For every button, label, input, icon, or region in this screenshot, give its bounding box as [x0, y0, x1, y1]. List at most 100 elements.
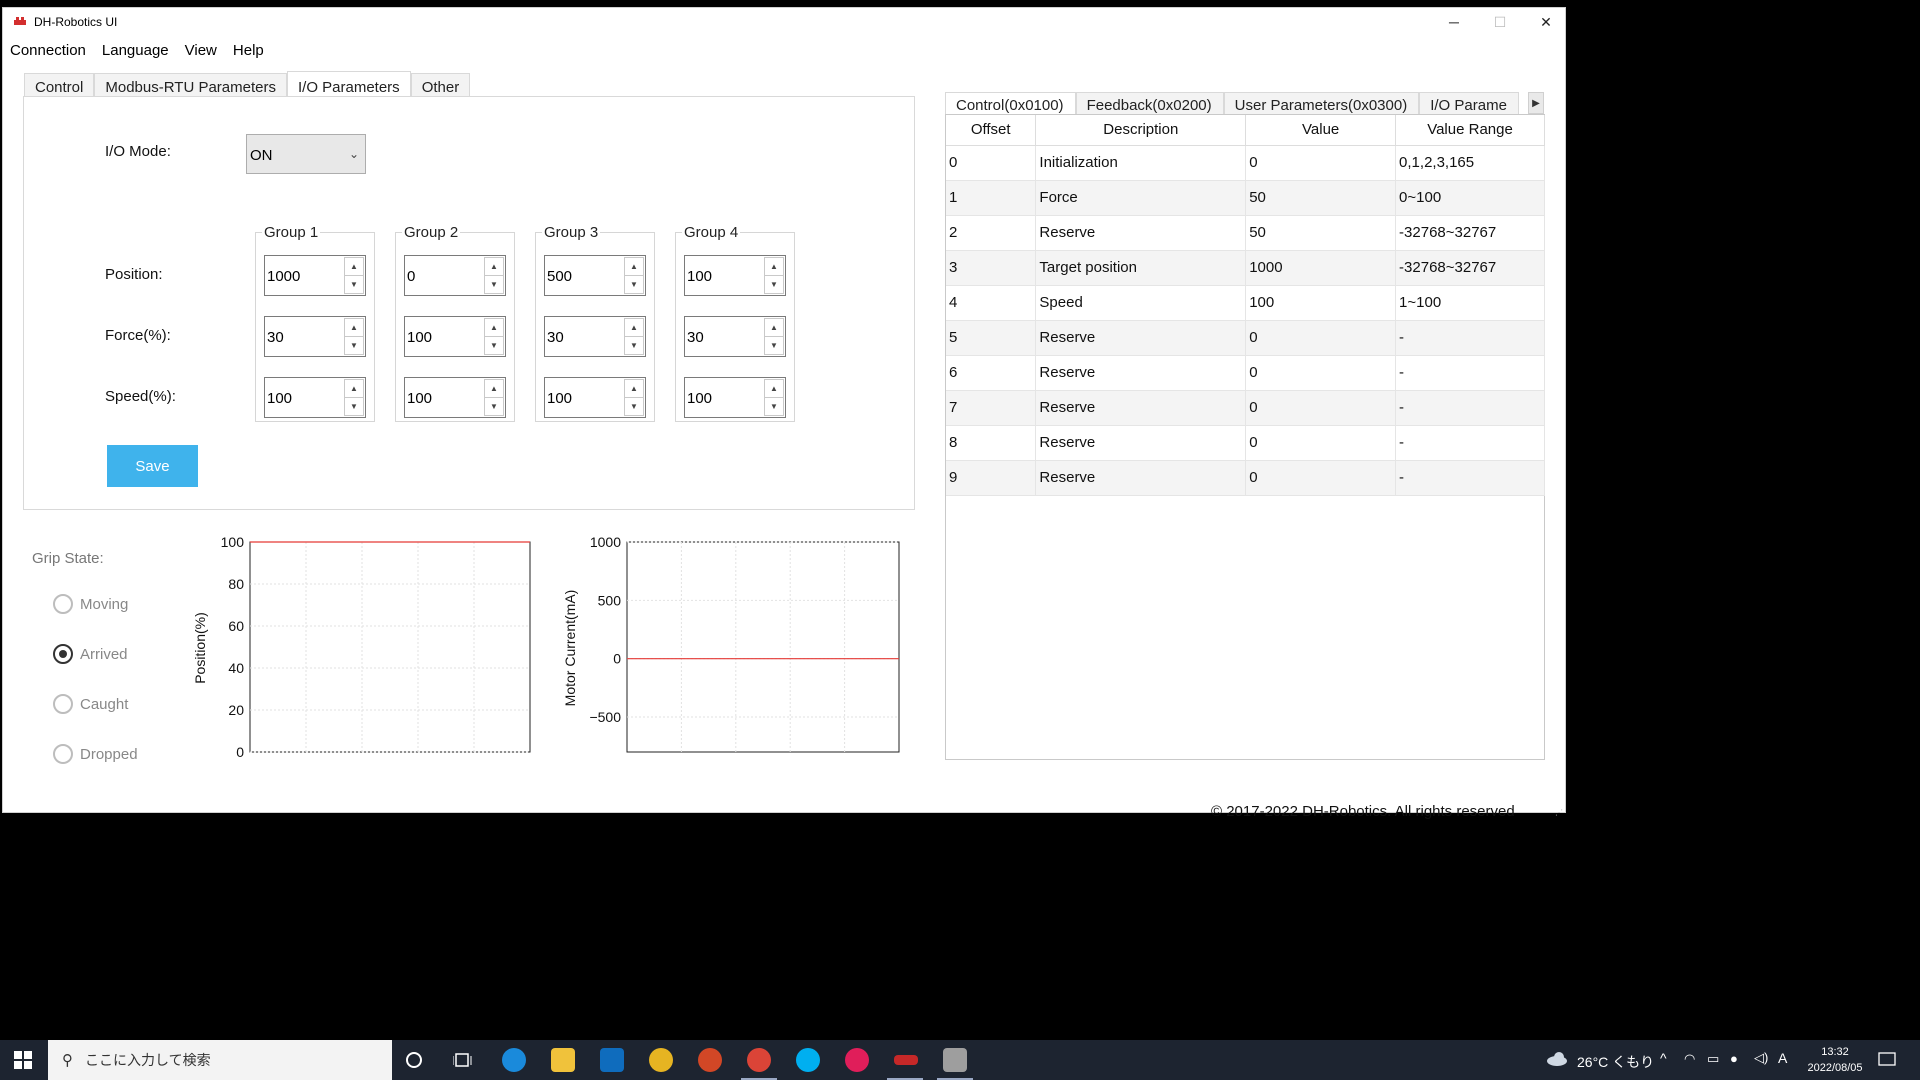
- group-4-force-stepper[interactable]: 30 ▲ ▼: [684, 316, 786, 357]
- tab-modbus-rtu-parameters[interactable]: Modbus-RTU Parameters: [94, 73, 287, 97]
- cell-offset[interactable]: 2: [946, 215, 1037, 251]
- cell-description[interactable]: Speed: [1035, 285, 1247, 321]
- cell-description[interactable]: Reserve: [1035, 460, 1247, 496]
- slack-icon[interactable]: [845, 1048, 869, 1072]
- tab-control-0x0100[interactable]: Control(0x0100): [945, 92, 1076, 116]
- radio-dropped[interactable]: Dropped: [53, 744, 138, 764]
- radio-caught[interactable]: Caught: [53, 694, 128, 714]
- cell-description[interactable]: Reserve: [1035, 390, 1247, 426]
- cell-value-range[interactable]: -32768~32767: [1395, 215, 1545, 251]
- table-row[interactable]: 5 Reserve 0-: [946, 320, 1545, 356]
- cell-value[interactable]: 50: [1245, 215, 1397, 251]
- tab-control[interactable]: Control: [24, 73, 95, 97]
- minimize-button[interactable]: ─: [1431, 8, 1477, 36]
- group-4-position-stepper[interactable]: 100 ▲ ▼: [684, 255, 786, 296]
- cell-offset[interactable]: 6: [946, 355, 1037, 391]
- down-arrow-icon[interactable]: ▼: [765, 276, 783, 294]
- cell-value[interactable]: 0: [1245, 320, 1397, 356]
- cell-value-range[interactable]: -: [1395, 355, 1545, 391]
- cell-offset[interactable]: 7: [946, 390, 1037, 426]
- group-2-force-stepper[interactable]: 100 ▲ ▼: [404, 316, 506, 357]
- network-icon[interactable]: ◠: [1684, 1051, 1695, 1067]
- menu-view[interactable]: View: [177, 38, 225, 62]
- cell-value-range[interactable]: -: [1395, 460, 1545, 496]
- radio-button[interactable]: [53, 744, 73, 764]
- volume-icon[interactable]: ◁): [1754, 1050, 1768, 1066]
- cell-value[interactable]: 0: [1245, 425, 1397, 461]
- close-button[interactable]: ✕: [1523, 8, 1569, 36]
- stepper-arrows[interactable]: ▲ ▼: [764, 379, 784, 416]
- resize-grip-icon[interactable]: ⋰: [1555, 808, 1563, 817]
- cell-value-range[interactable]: -32768~32767: [1395, 250, 1545, 286]
- down-arrow-icon[interactable]: ▼: [765, 398, 783, 416]
- taskbar-search[interactable]: ⚲ ここに入力して検索: [48, 1040, 392, 1080]
- stepper-arrows[interactable]: ▲ ▼: [484, 379, 504, 416]
- down-arrow-icon[interactable]: ▼: [765, 337, 783, 355]
- dh-robotics-taskbar-icon[interactable]: [894, 1055, 918, 1065]
- down-arrow-icon[interactable]: ▼: [345, 337, 363, 355]
- cell-description[interactable]: Reserve: [1035, 215, 1247, 251]
- app-icon[interactable]: [649, 1048, 673, 1072]
- maximize-button[interactable]: ☐: [1477, 8, 1523, 36]
- group-2-speed-stepper[interactable]: 100 ▲ ▼: [404, 377, 506, 418]
- group-3-speed-stepper[interactable]: 100 ▲ ▼: [544, 377, 646, 418]
- chevron-up-icon[interactable]: ^: [1660, 1050, 1667, 1066]
- menu-connection[interactable]: Connection: [3, 38, 94, 62]
- group-2-position-stepper[interactable]: 0 ▲ ▼: [404, 255, 506, 296]
- table-row[interactable]: 2 Reserve 50 -32768~32767: [946, 215, 1545, 251]
- up-arrow-icon[interactable]: ▲: [625, 258, 643, 276]
- cell-offset[interactable]: 0: [946, 145, 1037, 181]
- table-row[interactable]: 7 Reserve 0-: [946, 390, 1545, 426]
- down-arrow-icon[interactable]: ▼: [625, 337, 643, 355]
- col-offset[interactable]: Offset: [946, 115, 1037, 146]
- stepper-arrows[interactable]: ▲ ▼: [344, 379, 364, 416]
- up-arrow-icon[interactable]: ▲: [485, 380, 503, 398]
- up-arrow-icon[interactable]: ▲: [625, 380, 643, 398]
- col-value[interactable]: Value: [1245, 115, 1397, 146]
- cell-value-range[interactable]: 0~100: [1395, 180, 1545, 216]
- menu-help[interactable]: Help: [225, 38, 272, 62]
- down-arrow-icon[interactable]: ▼: [345, 276, 363, 294]
- group-1-speed-stepper[interactable]: 100 ▲ ▼: [264, 377, 366, 418]
- group-3-position-stepper[interactable]: 500 ▲ ▼: [544, 255, 646, 296]
- menu-language[interactable]: Language: [94, 38, 177, 62]
- cell-description[interactable]: Initialization: [1035, 145, 1247, 181]
- table-row[interactable]: 3 Target position 1000 -32768~32767: [946, 250, 1545, 286]
- cell-value[interactable]: 1000: [1245, 250, 1397, 286]
- down-arrow-icon[interactable]: ▼: [345, 398, 363, 416]
- cell-description[interactable]: Reserve: [1035, 355, 1247, 391]
- tab-feedback-0x0200[interactable]: Feedback(0x0200): [1075, 92, 1224, 116]
- col-description[interactable]: Description: [1035, 115, 1247, 146]
- io-mode-select[interactable]: ON ⌄: [246, 134, 366, 174]
- stepper-arrows[interactable]: ▲ ▼: [764, 257, 784, 294]
- task-view-icon[interactable]: [453, 1051, 473, 1069]
- up-arrow-icon[interactable]: ▲: [345, 380, 363, 398]
- tab-io-parameters-truncated[interactable]: I/O Parame: [1419, 92, 1519, 116]
- up-arrow-icon[interactable]: ▲: [345, 319, 363, 337]
- cell-value-range[interactable]: 1~100: [1395, 285, 1545, 321]
- col-value-range[interactable]: Value Range: [1395, 115, 1545, 146]
- cell-value[interactable]: 100: [1245, 285, 1397, 321]
- down-arrow-icon[interactable]: ▼: [625, 276, 643, 294]
- down-arrow-icon[interactable]: ▼: [485, 337, 503, 355]
- tab-user-parameters-0x0300[interactable]: User Parameters(0x0300): [1223, 92, 1420, 116]
- group-1-force-stepper[interactable]: 30 ▲ ▼: [264, 316, 366, 357]
- cell-value[interactable]: 0: [1245, 145, 1397, 181]
- save-button[interactable]: Save: [107, 445, 198, 487]
- table-row[interactable]: 8 Reserve 0-: [946, 425, 1545, 461]
- cell-value[interactable]: 0: [1245, 355, 1397, 391]
- cell-value[interactable]: 0: [1245, 390, 1397, 426]
- app-icon[interactable]: [943, 1048, 967, 1072]
- powerpoint-icon[interactable]: [698, 1048, 722, 1072]
- stepper-arrows[interactable]: ▲ ▼: [764, 318, 784, 355]
- up-arrow-icon[interactable]: ▲: [625, 319, 643, 337]
- tab-io-parameters[interactable]: I/O Parameters: [286, 71, 411, 97]
- cell-offset[interactable]: 8: [946, 425, 1037, 461]
- down-arrow-icon[interactable]: ▼: [485, 276, 503, 294]
- cell-value[interactable]: 0: [1245, 460, 1397, 496]
- stepper-arrows[interactable]: ▲ ▼: [624, 257, 644, 294]
- clock[interactable]: 13:32 2022/08/05: [1800, 1044, 1870, 1076]
- stepper-arrows[interactable]: ▲ ▼: [624, 379, 644, 416]
- cell-value[interactable]: 50: [1245, 180, 1397, 216]
- group-4-speed-stepper[interactable]: 100 ▲ ▼: [684, 377, 786, 418]
